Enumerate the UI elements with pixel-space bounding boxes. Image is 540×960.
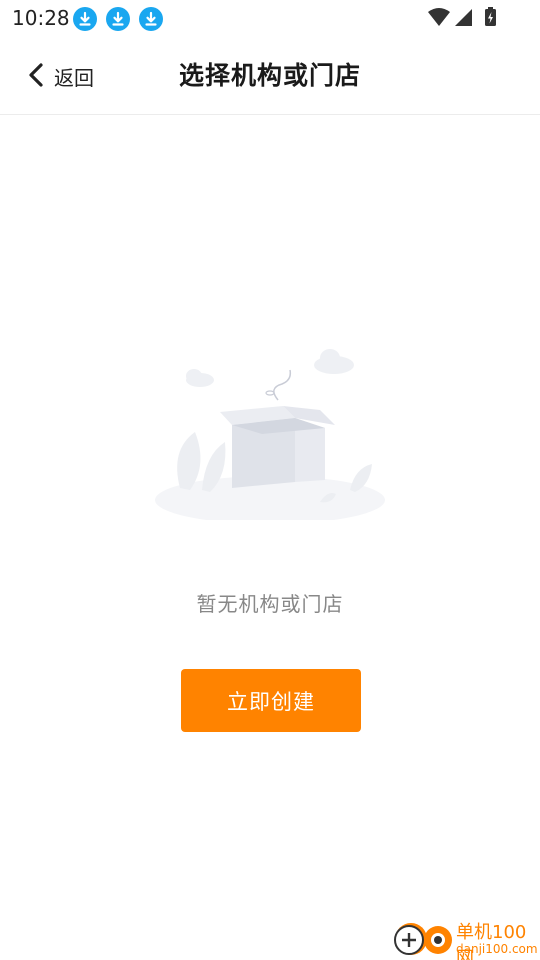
- create-now-button[interactable]: 立即创建: [181, 669, 361, 732]
- battery-charging-icon: [485, 7, 496, 26]
- screen: 10:28 返回 选择机构或门店 暂无机构或门店 立即创建 单机100网 dan…: [0, 0, 540, 960]
- signal-icon: [455, 9, 472, 26]
- status-time: 10:28: [12, 6, 70, 30]
- download-icon: [73, 7, 97, 31]
- page-title: 选择机构或门店: [178, 61, 361, 90]
- site-watermark: 单机100网 danji100.com: [388, 914, 540, 960]
- system-status-icons: [428, 7, 496, 26]
- wifi-icon: [428, 8, 450, 26]
- download-icon: [139, 7, 163, 31]
- download-icon: [106, 7, 130, 31]
- watermark-logo: [394, 923, 452, 955]
- empty-message: 暂无机构或门店: [196, 592, 344, 616]
- watermark-brand-en: danji100.com: [456, 942, 538, 956]
- status-bar: 10:28: [0, 0, 540, 36]
- empty-box-illustration: [155, 349, 385, 520]
- nav-bar: 返回 选择机构或门店: [0, 36, 540, 115]
